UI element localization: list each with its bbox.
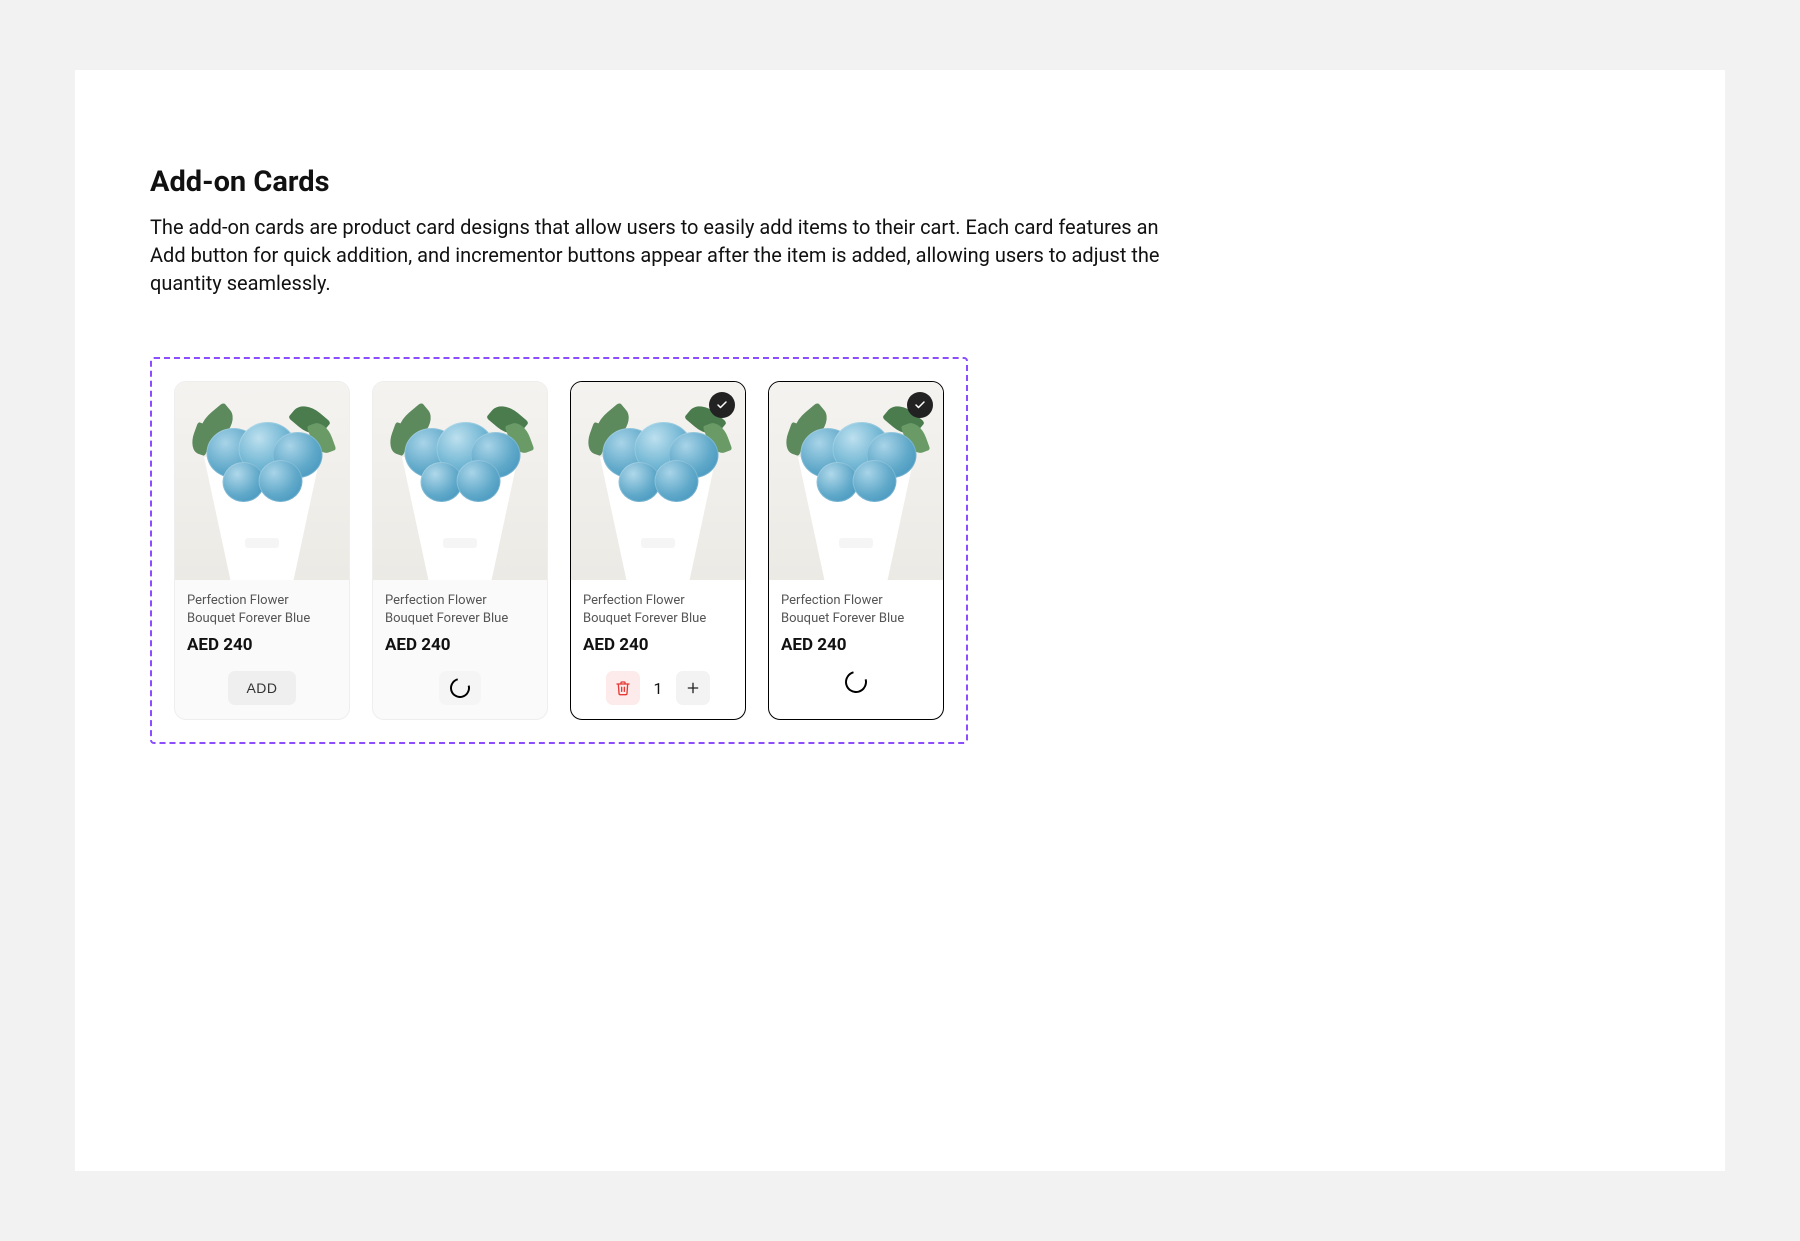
- addon-card-selected: Perfection Flower Bouquet Forever Blue A…: [768, 381, 944, 720]
- plus-icon: [685, 680, 701, 696]
- product-image: [571, 382, 745, 580]
- product-price: AED 240: [781, 635, 931, 655]
- add-button[interactable]: ADD: [228, 671, 295, 705]
- addon-card-selected: Perfection Flower Bouquet Forever Blue A…: [570, 381, 746, 720]
- selected-badge: [907, 392, 933, 418]
- check-icon: [914, 399, 926, 411]
- addon-card: Perfection Flower Bouquet Forever Blue A…: [174, 381, 350, 720]
- check-icon: [716, 399, 728, 411]
- remove-button[interactable]: [606, 671, 640, 705]
- trash-icon: [615, 680, 631, 696]
- product-name: Perfection Flower Bouquet Forever Blue: [781, 592, 931, 627]
- product-price: AED 240: [187, 635, 337, 655]
- content-panel: Add-on Cards The add-on cards are produc…: [75, 70, 1725, 1171]
- loading-spinner: [439, 671, 481, 705]
- quantity-value: 1: [650, 679, 666, 698]
- spinner-icon: [841, 667, 871, 697]
- section-heading: Add-on Cards: [150, 165, 1650, 199]
- spinner-icon: [446, 674, 473, 701]
- addon-card: Perfection Flower Bouquet Forever Blue A…: [372, 381, 548, 720]
- increment-button[interactable]: [676, 671, 710, 705]
- product-image: [175, 382, 349, 580]
- addon-card-group: Perfection Flower Bouquet Forever Blue A…: [150, 357, 968, 744]
- product-name: Perfection Flower Bouquet Forever Blue: [583, 592, 733, 627]
- section-description: The add-on cards are product card design…: [150, 213, 1160, 297]
- product-image: [373, 382, 547, 580]
- product-name: Perfection Flower Bouquet Forever Blue: [187, 592, 337, 627]
- selected-badge: [709, 392, 735, 418]
- product-name: Perfection Flower Bouquet Forever Blue: [385, 592, 535, 627]
- product-price: AED 240: [583, 635, 733, 655]
- product-image: [769, 382, 943, 580]
- product-price: AED 240: [385, 635, 535, 655]
